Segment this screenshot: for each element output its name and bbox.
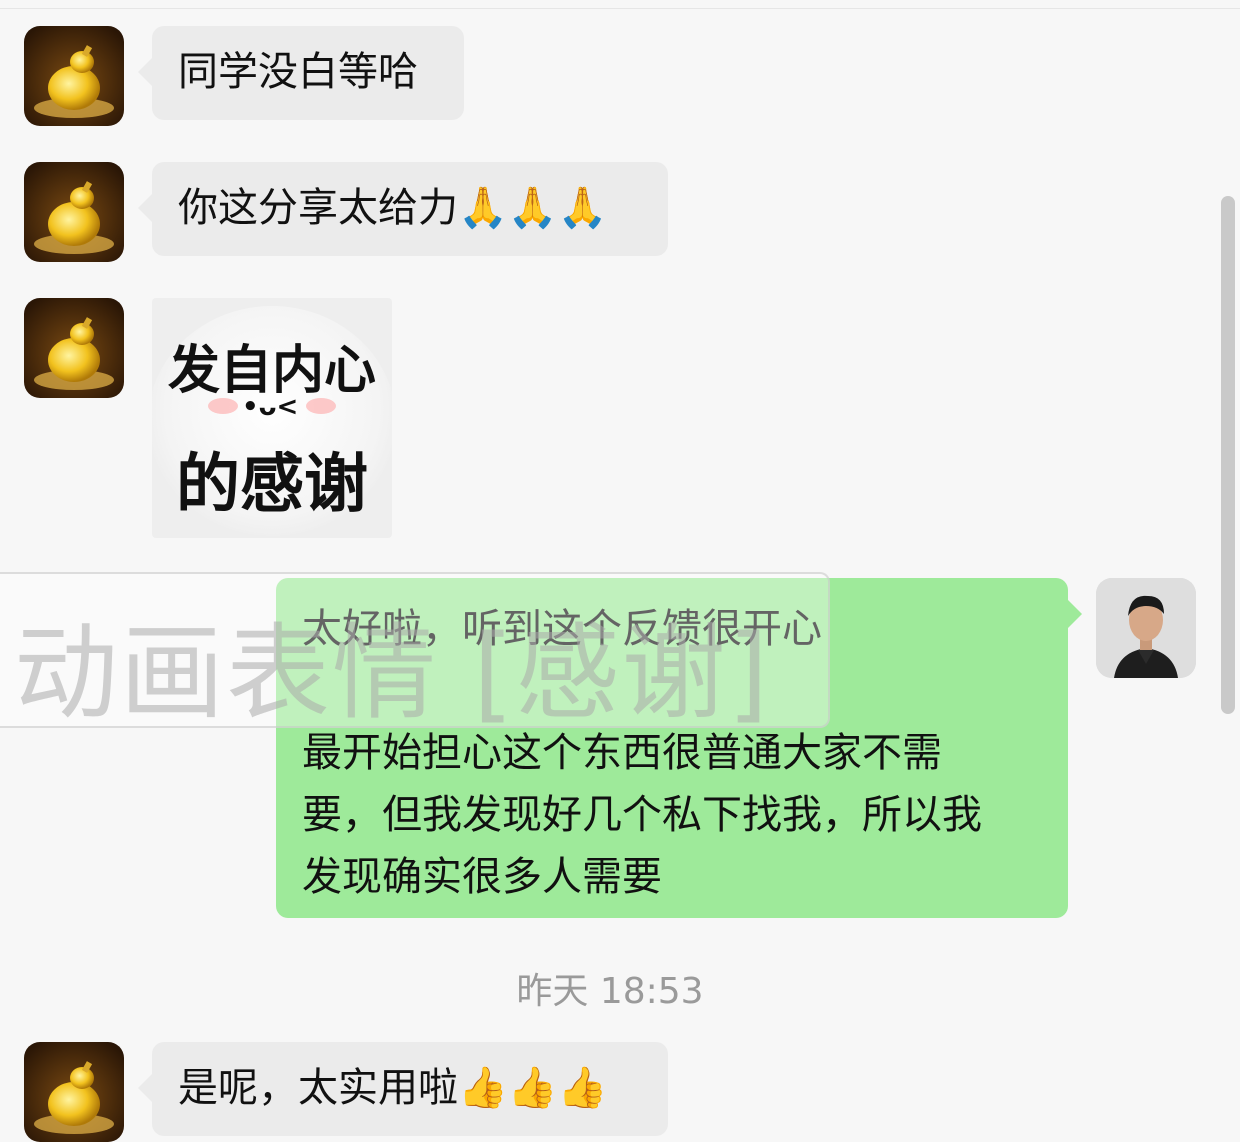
contact-avatar[interactable] (24, 1042, 124, 1142)
message-text: 你这分享太给力🙏🙏🙏 (178, 185, 608, 231)
sticker-text-bottom: 的感谢 (176, 448, 368, 522)
man-portrait-avatar-icon (1096, 578, 1196, 678)
golden-gourd-avatar-icon (24, 162, 124, 262)
message-bubble-incoming[interactable]: 同学没白等哈 (138, 26, 464, 120)
contact-avatar[interactable] (24, 162, 124, 262)
sticker-message[interactable]: 发自内心 •ᴗ< 的感谢 (152, 298, 392, 538)
top-divider (0, 0, 1240, 9)
contact-avatar[interactable] (24, 298, 124, 398)
sticker-blush-left (208, 398, 238, 414)
timestamp: 昨天 18:53 (516, 971, 704, 1012)
message-bubble-incoming[interactable]: 你这分享太给力🙏🙏🙏 (138, 162, 668, 256)
self-avatar[interactable] (1096, 578, 1196, 678)
golden-gourd-avatar-icon (24, 26, 124, 126)
message-text: 是呢，太实用啦👍👍👍 (178, 1065, 608, 1111)
sticker-face: •ᴗ< (242, 392, 299, 422)
sticker-label-text: 动画表情 [感谢] (14, 612, 771, 734)
contact-avatar[interactable] (24, 26, 124, 126)
sticker-blush-right (306, 398, 336, 414)
sticker-label-overlay: 动画表情 [感谢] (0, 572, 830, 734)
message-bubble-incoming[interactable]: 是呢，太实用啦👍👍👍 (138, 1042, 668, 1136)
golden-gourd-avatar-icon (24, 1042, 124, 1142)
message-text: 同学没白等哈 (178, 49, 418, 95)
golden-gourd-avatar-icon (24, 298, 124, 398)
scrollbar-thumb[interactable] (1221, 196, 1235, 714)
